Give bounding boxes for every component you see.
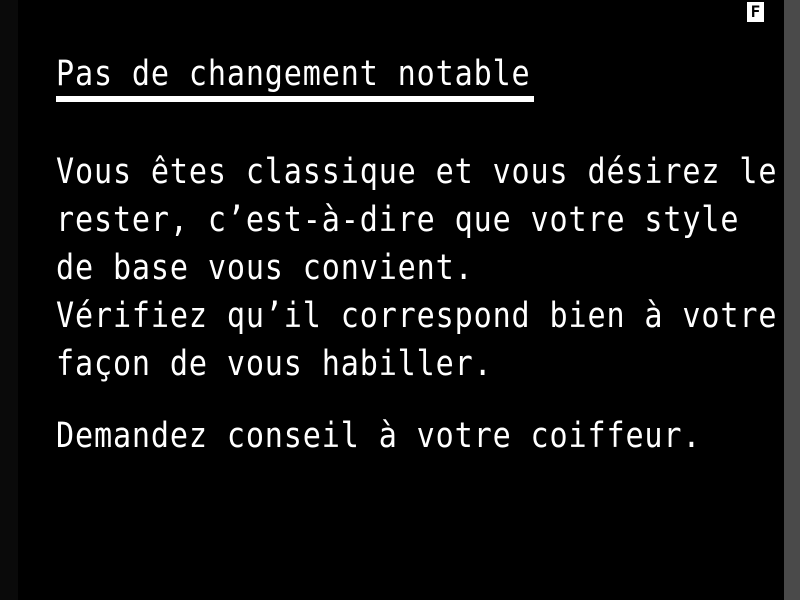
body-line: façon de vous habiller. bbox=[56, 344, 493, 384]
page-title: Pas de changement notable bbox=[56, 54, 531, 94]
body-line: Vous êtes classique et vous désirez le bbox=[56, 152, 778, 192]
body-line: rester, c’est-à-dire que votre style bbox=[56, 200, 740, 240]
body-line: de base vous convient. bbox=[56, 248, 474, 288]
status-indicator: F bbox=[747, 2, 764, 22]
left-border bbox=[0, 0, 18, 600]
title-underline bbox=[56, 96, 534, 102]
body-text: Vous êtes classique et vous désirez le r… bbox=[56, 148, 777, 388]
advice-text: Demandez conseil à votre coiffeur. bbox=[56, 416, 702, 456]
right-border bbox=[784, 0, 800, 600]
body-line: Vérifiez qu’il correspond bien à votre bbox=[56, 296, 778, 336]
